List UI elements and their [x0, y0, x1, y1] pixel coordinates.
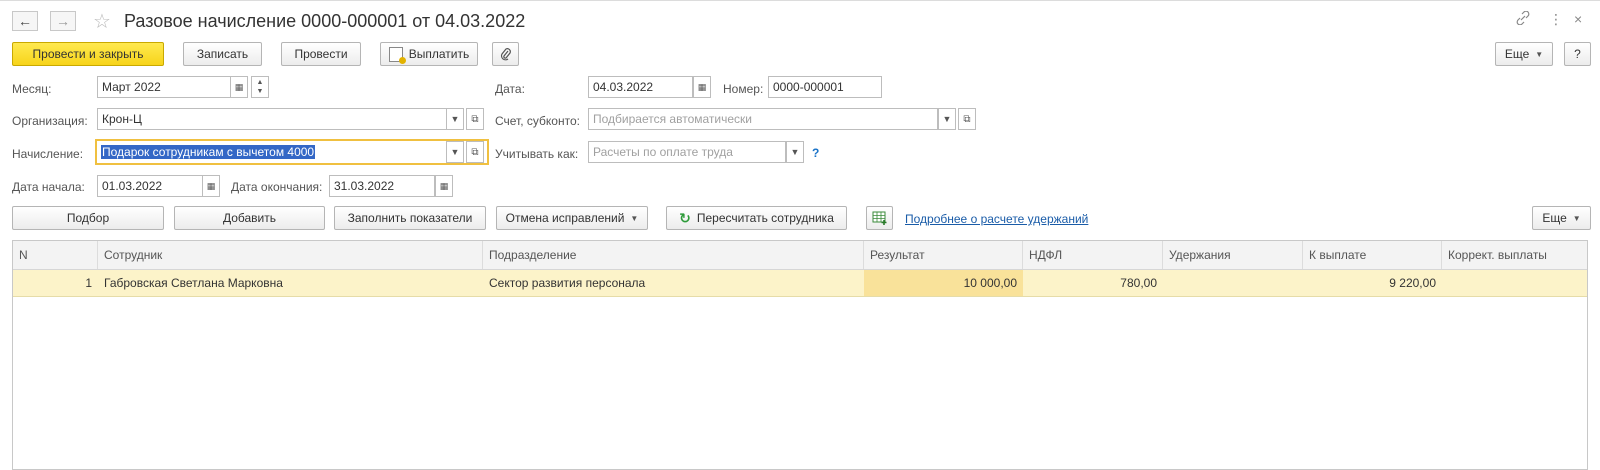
column-header-n[interactable]: N [13, 241, 98, 269]
document-pay-icon [388, 46, 406, 64]
fill-indicators-button[interactable]: Заполнить показатели [334, 206, 486, 230]
month-label: Месяц: [12, 82, 52, 96]
favorite-star-icon[interactable]: ☆ [93, 9, 111, 34]
end-calendar-icon[interactable]: ▦ [435, 175, 453, 197]
account-placeholder: Подбирается автоматически [593, 112, 752, 126]
page-title: Разовое начисление 0000-000001 от 04.03.… [124, 11, 526, 31]
number-field[interactable]: 0000-000001 [768, 76, 882, 98]
account-field[interactable]: Подбирается автоматически [588, 108, 938, 130]
consider-field[interactable]: Расчеты по оплате труда [588, 141, 786, 163]
column-header-ndfl[interactable]: НДФЛ [1023, 241, 1163, 269]
caret-down-icon: ▼ [1572, 213, 1581, 223]
accrual-label: Начисление: [12, 147, 84, 161]
consider-dropdown-icon[interactable]: ▼ [786, 141, 804, 163]
cell-result[interactable]: 10 000,00 [864, 270, 1023, 296]
cancel-corrections-button[interactable]: Отмена исправлений ▼ [496, 206, 648, 230]
select-button[interactable]: Подбор [12, 206, 164, 230]
month-spinner[interactable]: ▲ ▼ [251, 76, 269, 98]
column-header-department[interactable]: Подразделение [483, 241, 864, 269]
more-button-label: Еще [1504, 47, 1530, 61]
spreadsheet-button[interactable] [866, 206, 893, 230]
organization-dropdown-icon[interactable]: ▼ [446, 108, 464, 130]
column-header-correction[interactable]: Коррект. выплаты [1442, 241, 1588, 269]
refresh-icon: ↻ [679, 209, 691, 226]
link-icon[interactable] [1516, 10, 1530, 28]
column-header-employee[interactable]: Сотрудник [98, 241, 483, 269]
cell-n: 1 [85, 276, 92, 290]
more-button[interactable]: Еще ▼ [1495, 42, 1553, 66]
date-calendar-icon[interactable]: ▦ [693, 76, 711, 98]
start-date-label: Дата начала: [12, 180, 85, 194]
post-button[interactable]: Провести [281, 42, 361, 66]
arrow-right-icon: → [56, 13, 70, 29]
date-label: Дата: [495, 82, 525, 96]
cell-ndfl: 780,00 [1120, 276, 1157, 290]
caret-down-icon: ▼ [1535, 49, 1544, 59]
organization-label: Организация: [12, 114, 88, 128]
caret-down-icon: ▼ [630, 213, 639, 223]
pay-button-label: Выплатить [408, 47, 470, 61]
cell-correction [1442, 270, 1588, 296]
table-more-label: Еще [1542, 211, 1567, 225]
cancel-corrections-label: Отмена исправлений [505, 211, 625, 225]
accrual-open-icon[interactable]: ⧉ [466, 141, 484, 163]
spin-down-icon[interactable]: ▼ [257, 87, 264, 96]
start-calendar-icon[interactable]: ▦ [202, 175, 220, 197]
column-header-result[interactable]: Результат [864, 241, 1023, 269]
account-open-icon[interactable]: ⧉ [958, 108, 976, 130]
end-date-field[interactable]: 31.03.2022 [329, 175, 435, 197]
save-button[interactable]: Записать [183, 42, 262, 66]
calendar-icon[interactable]: ▦ [230, 76, 248, 98]
date-field[interactable]: 04.03.2022 [588, 76, 693, 98]
paperclip-icon [500, 48, 511, 61]
consider-label: Учитывать как: [495, 147, 579, 161]
column-header-deductions[interactable]: Удержания [1163, 241, 1303, 269]
cell-department: Сектор развития персонала [489, 276, 646, 290]
organization-open-icon[interactable]: ⧉ [466, 108, 484, 130]
help-button[interactable]: ? [1564, 42, 1591, 66]
table-more-button[interactable]: Еще ▼ [1532, 206, 1591, 230]
consider-placeholder: Расчеты по оплате труда [593, 145, 733, 159]
number-label: Номер: [723, 82, 764, 96]
cell-to-pay: 9 220,00 [1389, 276, 1436, 290]
column-header-to-pay[interactable]: К выплате [1303, 241, 1442, 269]
month-field[interactable]: Март 2022 [97, 76, 231, 98]
arrow-left-icon: ← [18, 13, 32, 29]
forward-button[interactable]: → [50, 11, 76, 31]
organization-field[interactable]: Крон-Ц [97, 108, 447, 130]
cell-deductions [1163, 270, 1303, 296]
back-button[interactable]: ← [12, 11, 38, 31]
end-date-label: Дата окончания: [231, 180, 323, 194]
recalculate-employee-button[interactable]: ↻ Пересчитать сотрудника [666, 206, 847, 230]
accruals-table[interactable]: N Сотрудник Подразделение Результат НДФЛ… [12, 240, 1588, 470]
account-dropdown-icon[interactable]: ▼ [938, 108, 956, 130]
consider-help-icon[interactable]: ? [812, 146, 819, 160]
accrual-value: Подарок сотрудникам с вычетом 4000 [101, 145, 316, 159]
spreadsheet-icon [872, 211, 886, 225]
recalculate-label: Пересчитать сотрудника [696, 211, 834, 225]
window-top-border [0, 0, 1600, 1]
more-menu-icon[interactable]: ⋮ [1549, 11, 1563, 28]
table-row[interactable]: 1 Габровская Светлана Марковна Сектор ра… [13, 270, 1587, 297]
spin-up-icon[interactable]: ▲ [257, 78, 264, 87]
table-header: N Сотрудник Подразделение Результат НДФЛ… [13, 241, 1587, 270]
pay-button[interactable]: Выплатить [380, 42, 478, 66]
accrual-dropdown-icon[interactable]: ▼ [446, 141, 464, 163]
cell-employee: Габровская Светлана Марковна [104, 276, 283, 290]
account-label: Счет, субконто: [495, 114, 580, 128]
start-date-field[interactable]: 01.03.2022 [97, 175, 203, 197]
accrual-field[interactable]: Подарок сотрудникам с вычетом 4000 [95, 139, 489, 165]
add-button[interactable]: Добавить [174, 206, 325, 230]
close-icon[interactable]: × [1574, 11, 1582, 27]
attach-button[interactable] [492, 42, 519, 66]
post-and-close-button[interactable]: Провести и закрыть [12, 42, 164, 66]
deductions-details-link[interactable]: Подробнее о расчете удержаний [905, 212, 1088, 226]
